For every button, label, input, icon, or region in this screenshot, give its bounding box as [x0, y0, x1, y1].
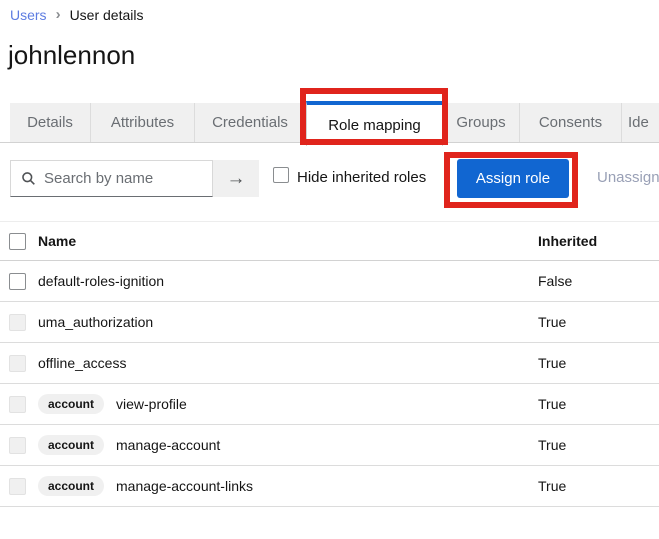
- arrow-right-icon: →: [226, 167, 246, 189]
- table-row: default-roles-ignition False: [0, 261, 659, 302]
- table-row: uma_authorization True: [0, 302, 659, 343]
- table-row: account manage-account True: [0, 425, 659, 466]
- user-details-page: Users › User details johnlennon Details A…: [0, 0, 659, 539]
- page-title: johnlennon: [8, 40, 136, 70]
- search-box: [10, 160, 213, 197]
- row-checkbox: [9, 313, 26, 331]
- breadcrumb-chevron-icon: ›: [55, 6, 61, 23]
- role-mapping-table: Name Inherited default-roles-ignition Fal…: [0, 221, 659, 507]
- role-name-cell: account view-profile: [38, 394, 538, 414]
- tab-details[interactable]: Details: [10, 103, 91, 142]
- row-checkbox: [9, 395, 26, 413]
- inherited-value: False: [538, 273, 573, 289]
- role-name: manage-account: [116, 437, 221, 453]
- table-row: account manage-account-links True: [0, 466, 659, 507]
- breadcrumb: Users › User details: [10, 6, 143, 23]
- table-row: offline_access True: [0, 343, 659, 384]
- inherited-value: True: [538, 314, 567, 330]
- role-name: uma_authorization: [38, 314, 154, 330]
- assign-role-button[interactable]: Assign role: [457, 159, 569, 198]
- table-header-row: Name Inherited: [0, 221, 659, 261]
- role-name-cell: account manage-account-links: [38, 476, 538, 496]
- hide-inherited-label: Hide inherited roles: [297, 169, 427, 186]
- role-name: view-profile: [116, 396, 187, 412]
- row-checkbox: [9, 354, 26, 372]
- tab-credentials[interactable]: Credentials: [195, 103, 306, 142]
- tab-ide[interactable]: Ide: [622, 103, 659, 142]
- role-name: manage-account-links: [116, 478, 253, 494]
- row-checkbox: [9, 477, 26, 495]
- tab-consents[interactable]: Consents: [520, 103, 622, 142]
- inherited-value: True: [538, 437, 567, 453]
- inherited-value: True: [538, 355, 567, 371]
- inherited-value: True: [538, 396, 567, 412]
- search-input[interactable]: [44, 170, 212, 187]
- breadcrumb-current: User details: [69, 6, 144, 23]
- role-name-cell: uma_authorization: [38, 314, 538, 330]
- role-name-cell: offline_access: [38, 355, 538, 371]
- table-body: default-roles-ignition False uma_authoriza…: [0, 261, 659, 507]
- column-header-name: Name: [38, 233, 77, 249]
- hide-inherited-checkbox[interactable]: [273, 167, 289, 183]
- tab-role-mapping[interactable]: Role mapping: [306, 101, 443, 146]
- search-icon: [22, 172, 35, 185]
- tab-attributes[interactable]: Attributes: [91, 103, 195, 142]
- tab-bar: Details Attributes Credentials Role mapping…: [10, 101, 659, 146]
- select-all-checkbox[interactable]: [9, 232, 26, 250]
- row-checkbox[interactable]: [9, 272, 26, 290]
- client-badge: account: [38, 394, 105, 414]
- client-badge: account: [38, 435, 105, 455]
- tab-groups[interactable]: Groups: [443, 103, 520, 142]
- role-name: default-roles-ignition: [38, 273, 165, 289]
- role-name: offline_access: [38, 355, 127, 371]
- unassign-button[interactable]: Unassign: [597, 169, 659, 186]
- role-name-cell: account manage-account: [38, 435, 538, 455]
- breadcrumb-users-link[interactable]: Users: [10, 7, 47, 23]
- column-header-inherited: Inherited: [538, 233, 598, 249]
- search-submit-button[interactable]: →: [213, 160, 259, 197]
- role-name-cell: default-roles-ignition: [38, 273, 538, 289]
- row-checkbox: [9, 436, 26, 454]
- client-badge: account: [38, 476, 105, 496]
- table-row: account view-profile True: [0, 384, 659, 425]
- inherited-value: True: [538, 478, 567, 494]
